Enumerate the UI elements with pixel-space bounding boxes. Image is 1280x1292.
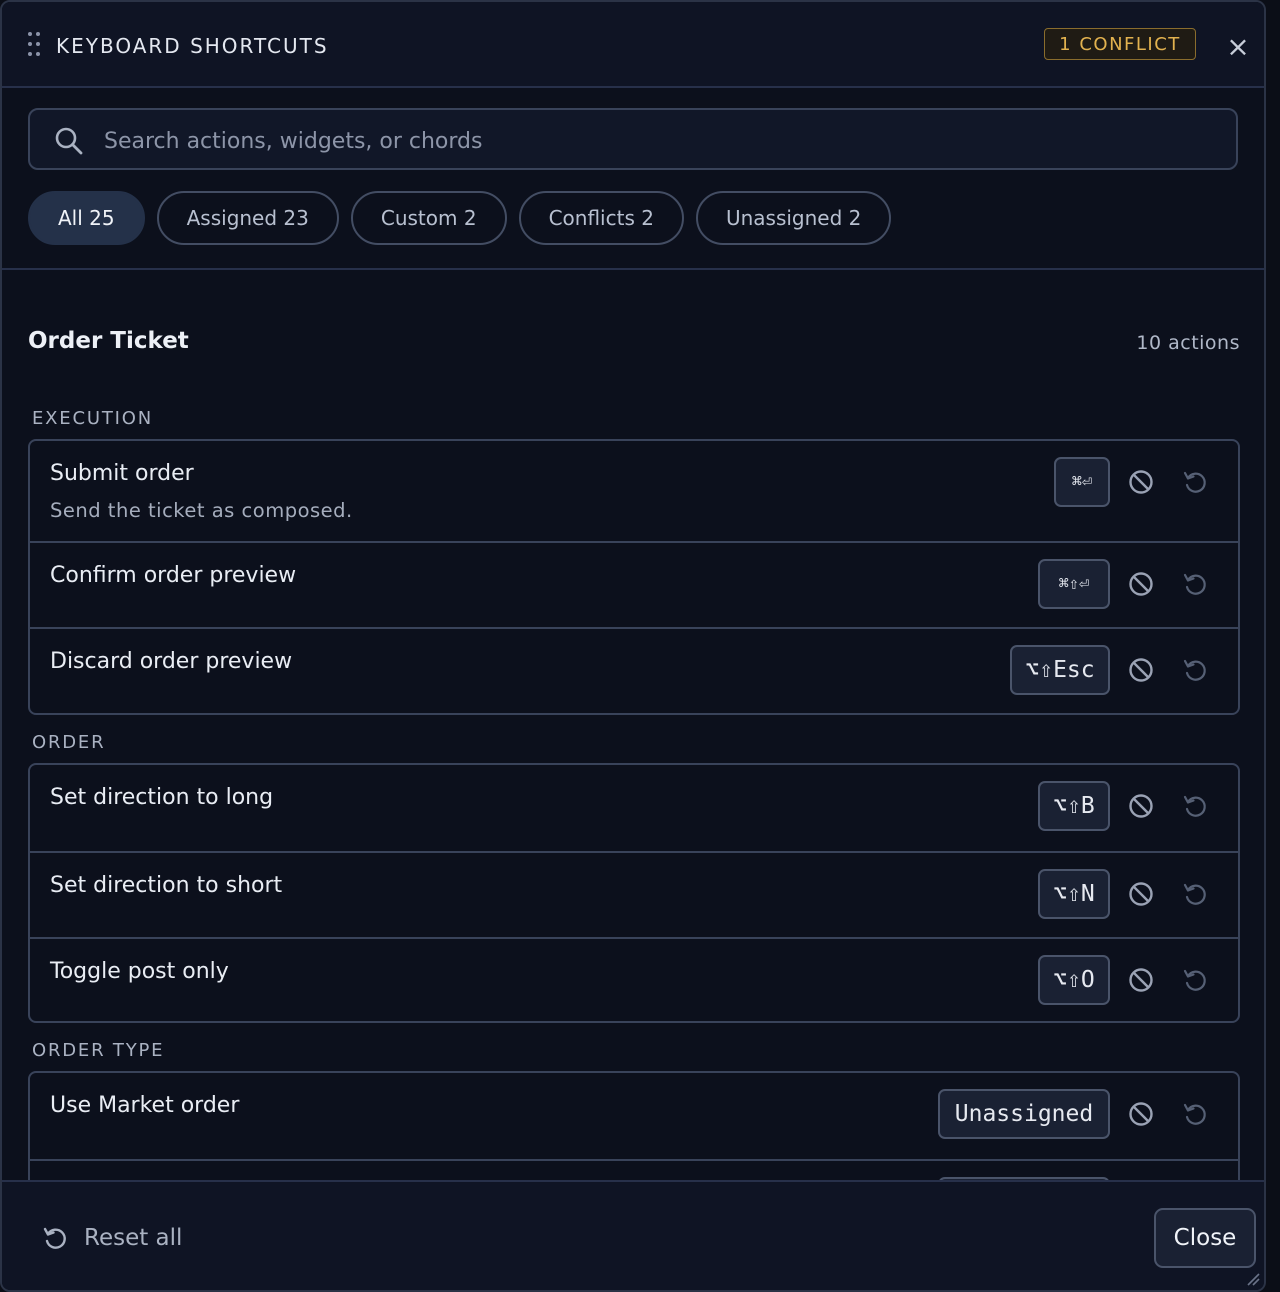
action-description: Send the ticket as composed. [50,499,353,522]
action-name: Set direction to short [50,873,283,898]
action-name: Set direction to long [50,785,274,810]
action-name: Submit order [50,461,194,486]
shortcut-row[interactable]: Confirm order preview ⌘⇧⏎ [30,541,1238,627]
resize-grip-icon[interactable] [1244,1270,1260,1286]
group-label-order-type: ORDER TYPE [32,1040,165,1061]
ban-icon[interactable] [1128,657,1154,683]
ban-icon[interactable] [1128,571,1154,597]
chord-key[interactable]: ⌘⇧⏎ [1038,559,1110,609]
dialog-title: KEYBOARD SHORTCUTS [56,34,329,58]
ban-icon[interactable] [1128,1101,1154,1127]
reset-icon [43,1227,66,1249]
chord-key[interactable]: Unassigned [938,1089,1110,1139]
action-name: Confirm order preview [50,563,297,588]
reset-all-button[interactable]: Reset all [42,1222,182,1254]
shortcut-row[interactable]: Submit order Send the ticket as composed… [30,441,1238,541]
reset-icon[interactable] [1182,571,1208,597]
filter-chip-custom[interactable]: Custom 2 [350,191,507,245]
reset-icon[interactable] [1182,881,1208,907]
group-label-execution: EXECUTION [32,408,153,429]
group-execution: Submit order Send the ticket as composed… [28,439,1240,715]
action-name: Use Market order [50,1093,240,1118]
shortcut-row[interactable]: Use Market order Unassigned [30,1073,1238,1159]
close-button[interactable]: Close [1154,1208,1256,1268]
reset-all-label: Reset all [84,1225,183,1251]
filter-chip-conflicts[interactable]: Conflicts 2 [518,191,684,245]
drag-handle-icon[interactable] [28,32,40,58]
search-icon [55,127,83,155]
group-label-order: ORDER [32,732,106,753]
group-order: Set direction to long ⌥⇧B Set direction … [28,763,1240,1023]
search-input[interactable] [102,122,1206,160]
dialog-footer: Reset all Close [2,1180,1264,1290]
search-box [28,108,1238,170]
shortcut-row[interactable]: Discard order preview ⌥⇧Esc [30,627,1238,713]
reset-icon[interactable] [1182,469,1208,495]
reset-icon[interactable] [1182,967,1208,993]
filter-chips: All 25 Assigned 23 Custom 2 Conflicts 2 … [28,191,892,245]
chord-key[interactable]: ⌥⇧O [1038,955,1110,1005]
action-name: Toggle post only [50,959,229,984]
conflict-badge[interactable]: 1 CONFLICT [1044,28,1196,60]
chord-key[interactable]: ⌘⏎ [1054,457,1110,507]
chord-key[interactable]: ⌥⇧Esc [1010,645,1110,695]
keyboard-shortcuts-dialog: KEYBOARD SHORTCUTS 1 CONFLICT × All 25 A… [0,0,1266,1292]
reset-icon[interactable] [1182,657,1208,683]
action-name: Discard order preview [50,649,293,674]
shortcut-row[interactable]: Toggle post only ⌥⇧O [30,937,1238,1021]
shortcut-row[interactable]: Set direction to long ⌥⇧B [30,765,1238,851]
close-icon[interactable]: × [1224,30,1252,63]
section-header: Order Ticket 10 actions [28,328,1240,358]
ban-icon[interactable] [1128,469,1154,495]
ban-icon[interactable] [1128,967,1154,993]
filter-chip-unassigned[interactable]: Unassigned 2 [695,191,892,245]
ban-icon[interactable] [1128,793,1154,819]
dialog-header: KEYBOARD SHORTCUTS 1 CONFLICT × [2,2,1264,88]
chord-key[interactable]: ⌥⇧N [1038,869,1110,919]
chord-key[interactable]: ⌥⇧B [1038,781,1110,831]
section-action-count: 10 actions [1136,332,1240,354]
reset-icon[interactable] [1182,1101,1208,1127]
filter-chip-assigned[interactable]: Assigned 23 [156,191,339,245]
header-divider [2,268,1264,270]
shortcut-row[interactable]: Set direction to short ⌥⇧N [30,851,1238,937]
reset-icon[interactable] [1182,793,1208,819]
filter-chip-all[interactable]: All 25 [28,191,145,245]
section-title: Order Ticket [28,328,189,354]
ban-icon[interactable] [1128,881,1154,907]
